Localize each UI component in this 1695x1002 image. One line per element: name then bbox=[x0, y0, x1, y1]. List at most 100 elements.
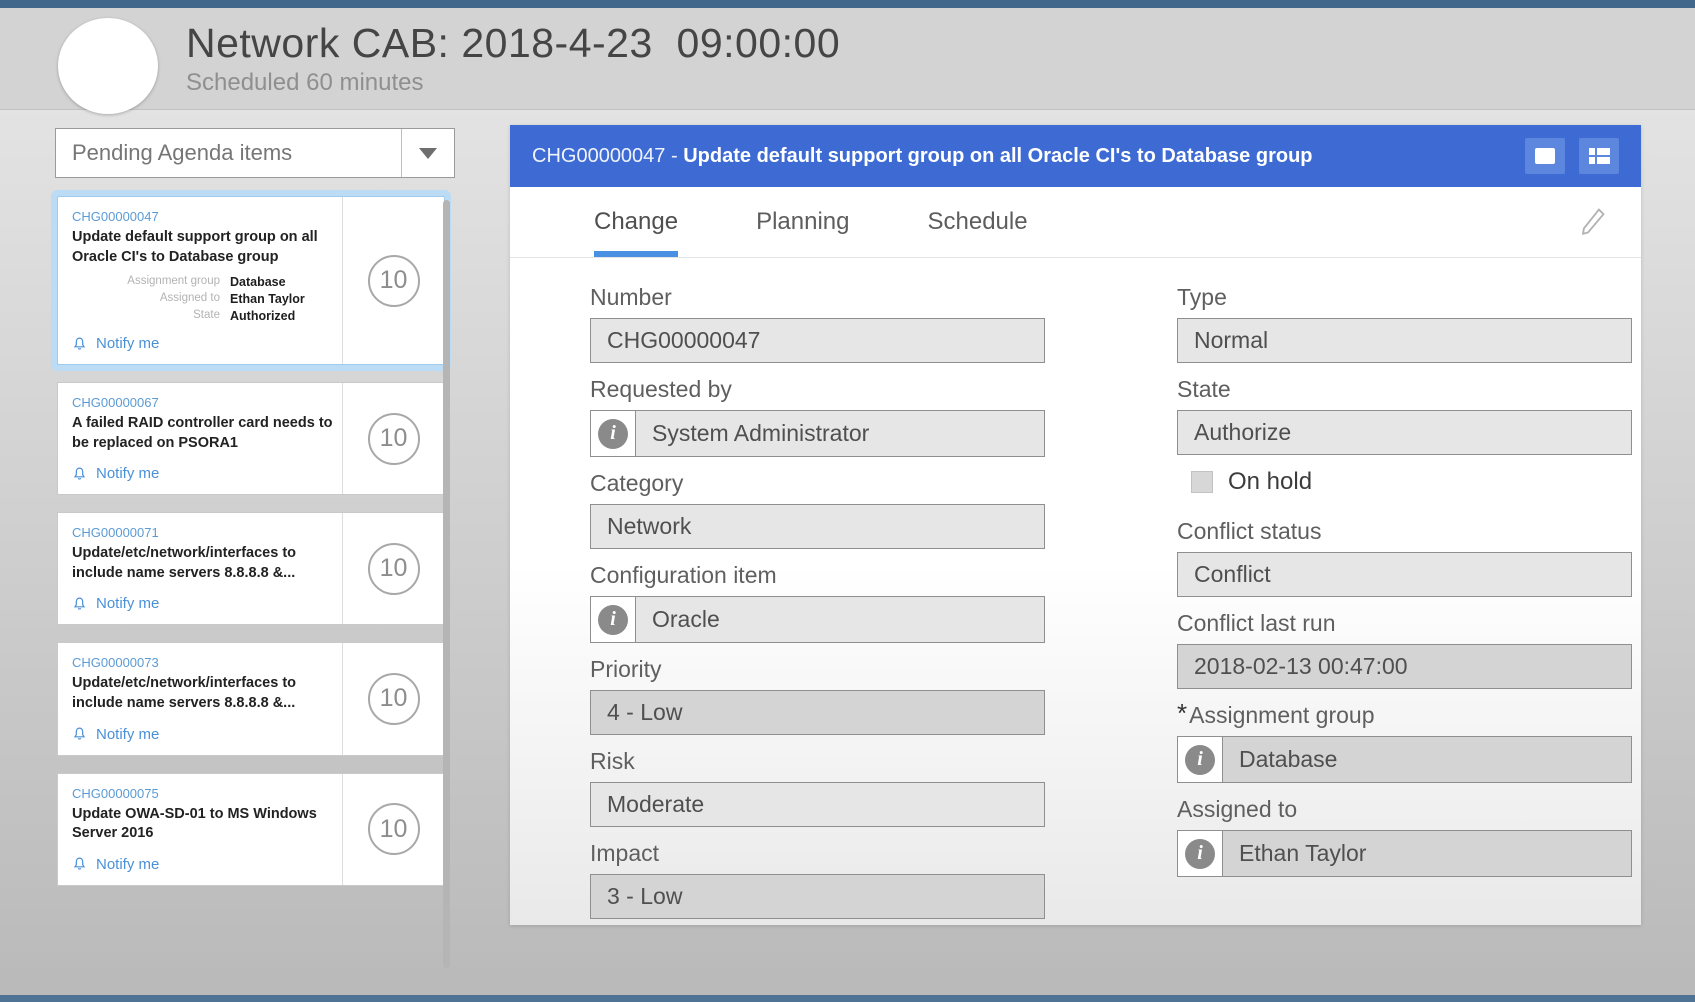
agenda-sidebar: Pending Agenda items CHG00000047 Update … bbox=[55, 128, 455, 903]
field-label-state: State bbox=[1177, 376, 1632, 403]
grid-view-icon bbox=[1589, 148, 1610, 164]
duration-badge: 10 bbox=[368, 803, 420, 855]
meeting-avatar bbox=[58, 18, 158, 114]
notify-me-link[interactable]: Notify me bbox=[72, 595, 334, 612]
detail-value: Ethan Taylor bbox=[230, 292, 334, 306]
category-field[interactable]: Network bbox=[590, 504, 1045, 549]
on-hold-checkbox[interactable] bbox=[1191, 471, 1213, 493]
info-icon: i bbox=[598, 419, 628, 449]
grid-view-button[interactable] bbox=[1579, 138, 1619, 174]
card-view-icon bbox=[1535, 148, 1555, 164]
on-hold-label: On hold bbox=[1228, 468, 1312, 496]
risk-field[interactable]: Moderate bbox=[590, 782, 1045, 827]
field-label-configuration-item: Configuration item bbox=[590, 562, 1045, 589]
change-panel-title: CHG00000047 - Update default support gro… bbox=[532, 145, 1511, 168]
info-icon: i bbox=[598, 605, 628, 635]
detail-value: Authorized bbox=[230, 309, 334, 323]
top-window-bar bbox=[0, 0, 1695, 8]
sidebar-scrollbar[interactable] bbox=[443, 200, 450, 968]
change-detail-panel: CHG00000047 - Update default support gro… bbox=[510, 125, 1641, 925]
bell-icon bbox=[72, 596, 87, 612]
detail-label: Assigned to bbox=[72, 292, 220, 306]
field-label-number: Number bbox=[590, 284, 1045, 311]
conflict-last-run-field[interactable]: 2018-02-13 00:47:00 bbox=[1177, 644, 1632, 689]
change-detail-list: Assignment group Database Assigned to Et… bbox=[72, 275, 334, 323]
configuration-item-field[interactable]: Oracle bbox=[636, 597, 1044, 642]
duration-badge: 10 bbox=[368, 413, 420, 465]
conflict-status-field[interactable]: Conflict bbox=[1177, 552, 1632, 597]
bell-icon bbox=[72, 726, 87, 742]
tab-change[interactable]: Change bbox=[594, 187, 678, 257]
state-field[interactable]: Authorize bbox=[1177, 410, 1632, 455]
title-separator: - bbox=[671, 145, 678, 167]
field-label-requested-by: Requested by bbox=[590, 376, 1045, 403]
duration-badge: 10 bbox=[368, 543, 420, 595]
edit-pencil-icon[interactable] bbox=[1577, 205, 1609, 239]
requested-by-preview-button[interactable]: i bbox=[591, 411, 636, 456]
agenda-item-chg00000047[interactable]: CHG00000047 Update default support group… bbox=[57, 196, 445, 365]
field-label-risk: Risk bbox=[590, 748, 1045, 775]
duration-badge: 10 bbox=[368, 255, 420, 307]
number-field[interactable]: CHG00000047 bbox=[590, 318, 1045, 363]
field-label-impact: Impact bbox=[590, 840, 1045, 867]
change-number-link[interactable]: CHG00000071 bbox=[72, 525, 334, 540]
form-tab-bar: Change Planning Schedule bbox=[510, 187, 1641, 258]
assignment-group-preview-button[interactable]: i bbox=[1178, 737, 1223, 782]
card-view-button[interactable] bbox=[1525, 138, 1565, 174]
field-label-conflict-last-run: Conflict last run bbox=[1177, 610, 1632, 637]
bottom-window-bar bbox=[0, 995, 1695, 1002]
change-form: Number CHG00000047 Requested by i System… bbox=[510, 258, 1641, 932]
assignment-group-field[interactable]: Database bbox=[1223, 737, 1631, 782]
change-number-link[interactable]: CHG00000067 bbox=[72, 395, 334, 410]
change-number-link[interactable]: CHG00000073 bbox=[72, 655, 334, 670]
bell-icon bbox=[72, 466, 87, 482]
assigned-to-preview-button[interactable]: i bbox=[1178, 831, 1223, 876]
change-short-description: Update OWA-SD-01 to MS Windows Server 20… bbox=[72, 805, 334, 844]
detail-value: Database bbox=[230, 275, 334, 289]
app-header: Network CAB: 2018-4-23 09:00:00 Schedule… bbox=[0, 8, 1695, 110]
field-label-type: Type bbox=[1177, 284, 1632, 311]
page-title: Network CAB: 2018-4-23 09:00:00 bbox=[186, 20, 840, 67]
detail-label: Assignment group bbox=[72, 275, 220, 289]
tab-planning[interactable]: Planning bbox=[756, 187, 849, 257]
field-label-priority: Priority bbox=[590, 656, 1045, 683]
field-label-assignment-group: * Assignment group bbox=[1177, 702, 1632, 729]
notify-me-link[interactable]: Notify me bbox=[72, 726, 334, 743]
change-panel-header: CHG00000047 - Update default support gro… bbox=[510, 125, 1641, 187]
change-title: Update default support group on all Orac… bbox=[683, 145, 1312, 167]
assigned-to-field[interactable]: Ethan Taylor bbox=[1223, 831, 1631, 876]
agenda-item-chg00000073[interactable]: CHG00000073 Update/etc/network/interface… bbox=[57, 642, 445, 755]
bell-icon bbox=[72, 856, 87, 872]
agenda-item-chg00000067[interactable]: CHG00000067 A failed RAID controller car… bbox=[57, 382, 445, 495]
agenda-item-chg00000075[interactable]: CHG00000075 Update OWA-SD-01 to MS Windo… bbox=[57, 773, 445, 886]
tab-schedule[interactable]: Schedule bbox=[928, 187, 1028, 257]
configuration-item-preview-button[interactable]: i bbox=[591, 597, 636, 642]
notify-me-link[interactable]: Notify me bbox=[72, 335, 334, 352]
agenda-filter-dropdown[interactable]: Pending Agenda items bbox=[55, 128, 455, 178]
change-short-description: Update/etc/network/interfaces to include… bbox=[72, 674, 334, 713]
change-short-description: Update default support group on all Orac… bbox=[72, 228, 334, 267]
type-field[interactable]: Normal bbox=[1177, 318, 1632, 363]
priority-field[interactable]: 4 - Low bbox=[590, 690, 1045, 735]
info-icon: i bbox=[1185, 745, 1215, 775]
dropdown-caret-button[interactable] bbox=[401, 129, 454, 177]
info-icon: i bbox=[1185, 839, 1215, 869]
field-label-category: Category bbox=[590, 470, 1045, 497]
change-number-link[interactable]: CHG00000047 bbox=[72, 209, 334, 224]
change-short-description: Update/etc/network/interfaces to include… bbox=[72, 544, 334, 583]
agenda-item-chg00000071[interactable]: CHG00000071 Update/etc/network/interface… bbox=[57, 512, 445, 625]
field-label-conflict-status: Conflict status bbox=[1177, 518, 1632, 545]
chevron-down-icon bbox=[419, 148, 437, 159]
change-number-link[interactable]: CHG00000075 bbox=[72, 786, 334, 801]
change-id: CHG00000047 bbox=[532, 145, 665, 167]
required-asterisk: * bbox=[1177, 702, 1187, 725]
detail-label: State bbox=[72, 309, 220, 323]
requested-by-field[interactable]: System Administrator bbox=[636, 411, 1044, 456]
agenda-filter-label: Pending Agenda items bbox=[56, 129, 401, 177]
bell-icon bbox=[72, 336, 87, 352]
notify-me-link[interactable]: Notify me bbox=[72, 856, 334, 873]
page-subtitle: Scheduled 60 minutes bbox=[186, 69, 840, 97]
field-label-assigned-to: Assigned to bbox=[1177, 796, 1632, 823]
impact-field[interactable]: 3 - Low bbox=[590, 874, 1045, 919]
notify-me-link[interactable]: Notify me bbox=[72, 465, 334, 482]
